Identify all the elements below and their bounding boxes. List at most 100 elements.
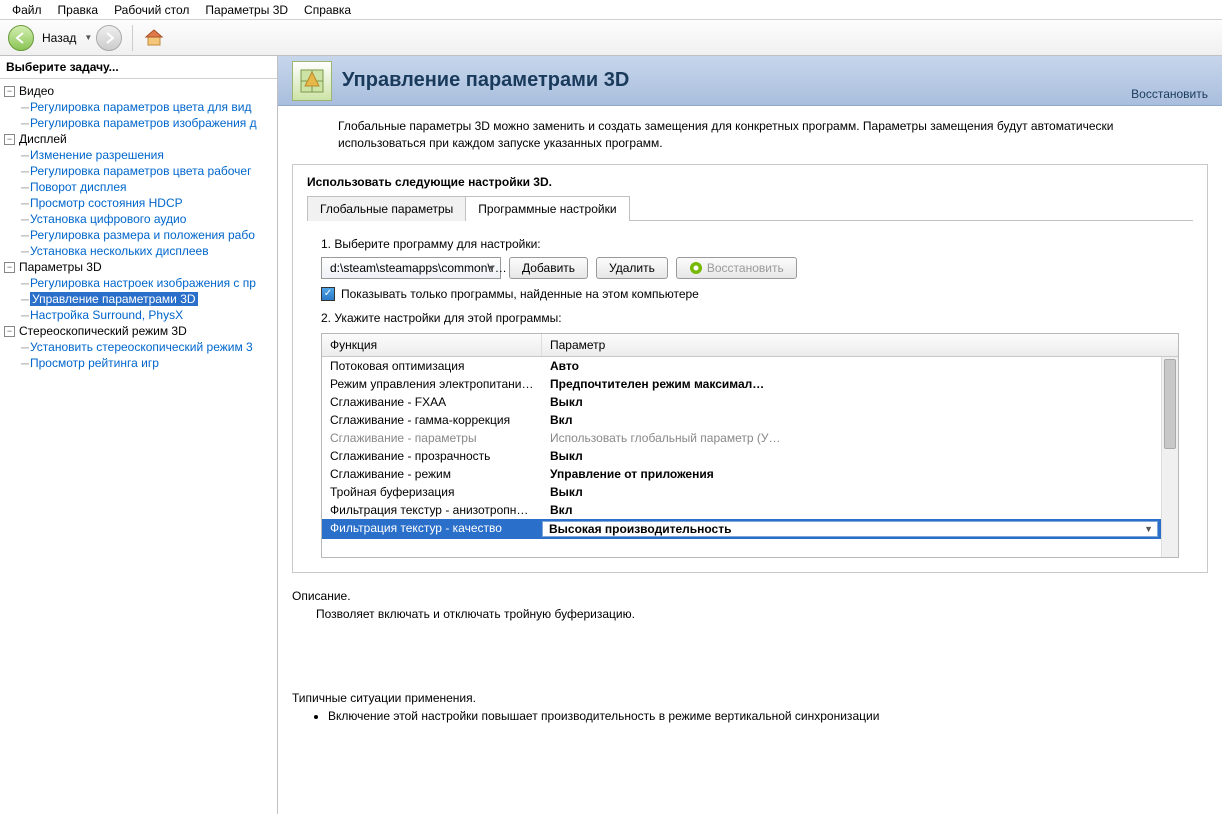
back-button[interactable] [8, 25, 34, 51]
setting-name: Режим управления электропитанием [322, 377, 542, 391]
tree-category[interactable]: Дисплей [19, 132, 67, 146]
description-title: Описание. [292, 589, 1208, 603]
tree-toggle[interactable]: − [4, 262, 15, 273]
tab-global[interactable]: Глобальные параметры [307, 196, 466, 221]
setting-name: Сглаживание - гамма-коррекция [322, 413, 542, 427]
sidebar-item[interactable]: ····Просмотр рейтинга игр [2, 355, 275, 371]
setting-row[interactable]: Тройная буферизацияВыкл [322, 483, 1178, 501]
tree-category[interactable]: Видео [19, 84, 54, 98]
sidebar-header: Выберите задачу... [0, 56, 277, 79]
restore-button: Восстановить [676, 257, 797, 279]
show-found-checkbox[interactable]: ✓ [321, 287, 335, 301]
show-found-label: Показывать только программы, найденные н… [341, 287, 699, 301]
task-tree: −Видео····Регулировка параметров цвета д… [0, 79, 277, 375]
setting-name: Сглаживание - FXAA [322, 395, 542, 409]
setting-row[interactable]: Сглаживание - гамма-коррекцияВкл [322, 411, 1178, 429]
page-title: Управление параметрами 3D [342, 69, 629, 92]
sidebar: Выберите задачу... −Видео····Регулировка… [0, 56, 278, 814]
menu-params3d[interactable]: Параметры 3D [197, 1, 296, 19]
setting-row[interactable]: Сглаживание - режимУправление от приложе… [322, 465, 1178, 483]
setting-value: Использовать глобальный параметр (У… [542, 431, 1178, 445]
menu-edit[interactable]: Правка [50, 1, 107, 19]
setting-row[interactable]: Потоковая оптимизацияАвто [322, 357, 1178, 375]
setting-row[interactable]: Фильтрация текстур - качествоВысокая про… [322, 519, 1178, 539]
sidebar-item[interactable]: ····Установка нескольких дисплеев [2, 243, 275, 259]
back-dropdown[interactable]: ▼ [84, 33, 92, 42]
tree-toggle[interactable]: − [4, 134, 15, 145]
toolbar: Назад ▼ [0, 20, 1222, 56]
tree-category[interactable]: Стереоскопический режим 3D [19, 324, 187, 338]
setting-value: Управление от приложения [542, 467, 1178, 481]
toolbar-separator [132, 25, 133, 51]
setting-name: Фильтрация текстур - качество [322, 521, 542, 537]
sidebar-item[interactable]: ····Регулировка параметров цвета для вид [2, 99, 275, 115]
sidebar-item[interactable]: ····Регулировка размера и положения рабо [2, 227, 275, 243]
menu-desktop[interactable]: Рабочий стол [106, 1, 197, 19]
setting-name: Фильтрация текстур - анизотропная оп… [322, 503, 542, 517]
menubar: Файл Правка Рабочий стол Параметры 3D Сп… [0, 0, 1222, 20]
scrollbar-thumb[interactable] [1164, 359, 1176, 449]
sidebar-item[interactable]: ····Просмотр состояния HDCP [2, 195, 275, 211]
step1-label: 1. Выберите программу для настройки: [321, 237, 1179, 251]
sidebar-item[interactable]: ····Регулировка параметров цвета рабочег [2, 163, 275, 179]
program-path: d:\steam\steamapps\common\r… [330, 261, 507, 275]
sidebar-item[interactable]: ····Регулировка настроек изображения с п… [2, 275, 275, 291]
description-section: Описание. Позволяет включать и отключать… [292, 589, 1208, 621]
setting-value: Выкл [542, 395, 1178, 409]
sidebar-item[interactable]: ····Изменение разрешения [2, 147, 275, 163]
tree-toggle[interactable]: − [4, 326, 15, 337]
description-body: Позволяет включать и отключать тройную б… [292, 607, 1208, 621]
setting-value: Предпочтителен режим максимал… [542, 377, 1178, 391]
sidebar-item[interactable]: ····Управление параметрами 3D [2, 291, 275, 307]
menu-file[interactable]: Файл [4, 1, 50, 19]
add-button[interactable]: Добавить [509, 257, 588, 279]
col-parameter[interactable]: Параметр [542, 334, 1178, 356]
sidebar-item[interactable]: ····Настройка Surround, PhysX [2, 307, 275, 323]
setting-value: Выкл [542, 485, 1178, 499]
setting-name: Сглаживание - режим [322, 467, 542, 481]
grid-scrollbar[interactable] [1161, 357, 1178, 557]
setting-row[interactable]: Сглаживание - параметрыИспользовать глоб… [322, 429, 1178, 447]
setting-value: Авто [542, 359, 1178, 373]
setting-value: Выкл [542, 449, 1178, 463]
forward-button[interactable] [96, 25, 122, 51]
sidebar-item[interactable]: ····Поворот дисплея [2, 179, 275, 195]
setting-value-select[interactable]: Высокая производительность▼ [542, 521, 1158, 537]
setting-name: Сглаживание - прозрачность [322, 449, 542, 463]
grid-header: Функция Параметр [322, 334, 1178, 357]
setting-name: Сглаживание - параметры [322, 431, 542, 445]
tree-category[interactable]: Параметры 3D [19, 260, 102, 274]
setting-name: Тройная буферизация [322, 485, 542, 499]
panel-header: Использовать следующие настройки 3D. [293, 165, 1207, 195]
sidebar-item[interactable]: ····Регулировка параметров изображения д [2, 115, 275, 131]
col-function[interactable]: Функция [322, 334, 542, 356]
sidebar-item[interactable]: ····Установить стереоскопический режим 3 [2, 339, 275, 355]
usage-section: Типичные ситуации применения. Включение … [292, 691, 1208, 723]
banner-icon [292, 61, 332, 101]
sidebar-item[interactable]: ····Установка цифрового аудио [2, 211, 275, 227]
intro-text: Глобальные параметры 3D можно заменить и… [278, 106, 1222, 164]
step2-label: 2. Укажите настройки для этой программы: [321, 311, 1179, 325]
setting-row[interactable]: Сглаживание - FXAAВыкл [322, 393, 1178, 411]
setting-row[interactable]: Сглаживание - прозрачностьВыкл [322, 447, 1178, 465]
program-select[interactable]: d:\steam\steamapps\common\r… ▼ [321, 257, 501, 279]
tab-program[interactable]: Программные настройки [465, 196, 629, 221]
chevron-down-icon: ▼ [487, 263, 496, 273]
setting-row[interactable]: Режим управления электропитаниемПредпочт… [322, 375, 1178, 393]
setting-row[interactable]: Фильтрация текстур - анизотропная оп…Вкл [322, 501, 1178, 519]
menu-help[interactable]: Справка [296, 1, 359, 19]
restore-defaults-link[interactable]: Восстановить [1131, 87, 1208, 101]
remove-button[interactable]: Удалить [596, 257, 668, 279]
setting-name: Потоковая оптимизация [322, 359, 542, 373]
chevron-down-icon: ▼ [1144, 524, 1153, 534]
home-button[interactable] [143, 27, 165, 49]
usage-title: Типичные ситуации применения. [292, 691, 1208, 705]
tab-body: 1. Выберите программу для настройки: d:\… [307, 220, 1193, 558]
settings-grid: Функция Параметр Потоковая оптимизацияАв… [321, 333, 1179, 558]
setting-value: Вкл [542, 503, 1178, 517]
setting-value: Вкл [542, 413, 1178, 427]
nvidia-icon [689, 261, 703, 275]
back-label: Назад [42, 31, 76, 45]
page-banner: Управление параметрами 3D Восстановить [278, 56, 1222, 106]
tree-toggle[interactable]: − [4, 86, 15, 97]
